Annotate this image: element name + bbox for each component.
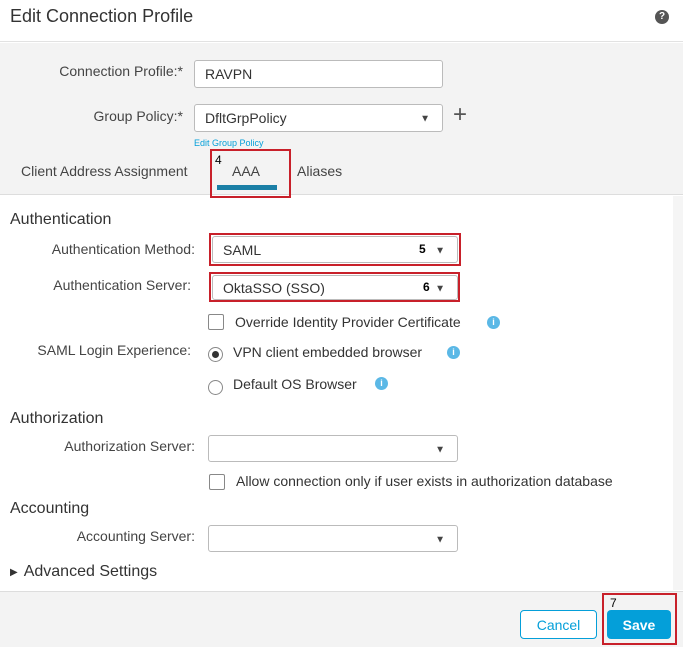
connection-profile-label: Connection Profile:* bbox=[59, 63, 183, 79]
add-group-policy-icon[interactable]: + bbox=[453, 101, 467, 129]
authorization-heading: Authorization bbox=[10, 410, 104, 427]
accounting-server-label: Accounting Server: bbox=[76, 528, 195, 544]
advanced-settings-label: Advanced Settings bbox=[23, 563, 158, 580]
tab-aliases[interactable]: Aliases bbox=[297, 163, 342, 179]
chevron-right-icon: ▶ bbox=[10, 566, 18, 578]
advanced-settings-toggle[interactable]: ▶ Advanced Settings bbox=[10, 563, 157, 581]
tab-client-address-assignment[interactable]: Client Address Assignment bbox=[21, 163, 188, 179]
connection-profile-value: RAVPN bbox=[205, 66, 253, 82]
group-policy-select[interactable]: DfltGrpPolicy ▼ bbox=[194, 104, 443, 132]
authentication-heading: Authentication bbox=[10, 211, 112, 228]
dialog-title: Edit Connection Profile bbox=[10, 6, 194, 26]
chevron-down-icon: ▼ bbox=[435, 534, 445, 546]
accounting-heading: Accounting bbox=[10, 500, 90, 517]
authentication-server-label: Authentication Server: bbox=[53, 277, 191, 293]
group-policy-label: Group Policy:* bbox=[93, 108, 183, 124]
default-os-browser-radio[interactable] bbox=[208, 380, 223, 395]
chevron-down-icon: ▼ bbox=[435, 444, 445, 456]
info-icon[interactable]: i bbox=[487, 316, 500, 329]
info-icon[interactable]: i bbox=[447, 346, 460, 359]
cancel-button[interactable]: Cancel bbox=[520, 610, 597, 639]
connection-profile-input[interactable]: RAVPN bbox=[194, 60, 443, 88]
scrollbar[interactable] bbox=[673, 196, 683, 590]
default-os-browser-label: Default OS Browser bbox=[233, 376, 357, 392]
allow-connection-checkbox[interactable] bbox=[209, 474, 225, 490]
annotation-box-tab bbox=[210, 149, 291, 198]
edit-group-policy-link[interactable]: Edit Group Policy bbox=[194, 138, 264, 148]
annotation-box-server bbox=[209, 272, 460, 302]
authentication-method-label: Authentication Method: bbox=[51, 241, 195, 257]
chevron-down-icon: ▼ bbox=[420, 113, 430, 125]
embedded-browser-radio[interactable] bbox=[208, 347, 223, 362]
accounting-server-select[interactable]: ▼ bbox=[208, 525, 458, 552]
authorization-server-label: Authorization Server: bbox=[64, 438, 195, 454]
override-certificate-label: Override Identity Provider Certificate bbox=[235, 314, 461, 330]
annotation-number: 4 bbox=[215, 153, 222, 167]
help-icon[interactable]: ? bbox=[655, 10, 669, 24]
info-icon[interactable]: i bbox=[375, 377, 388, 390]
allow-connection-label: Allow connection only if user exists in … bbox=[236, 473, 613, 489]
dialog-header: Edit Connection Profile ? bbox=[0, 0, 683, 42]
authorization-server-select[interactable]: ▼ bbox=[208, 435, 458, 462]
group-policy-value: DfltGrpPolicy bbox=[205, 110, 287, 126]
annotation-box-method bbox=[209, 233, 461, 266]
override-certificate-checkbox[interactable] bbox=[208, 314, 224, 330]
annotation-number: 7 bbox=[610, 596, 617, 610]
embedded-browser-label: VPN client embedded browser bbox=[233, 344, 423, 360]
saml-login-experience-label: SAML Login Experience: bbox=[37, 342, 191, 358]
